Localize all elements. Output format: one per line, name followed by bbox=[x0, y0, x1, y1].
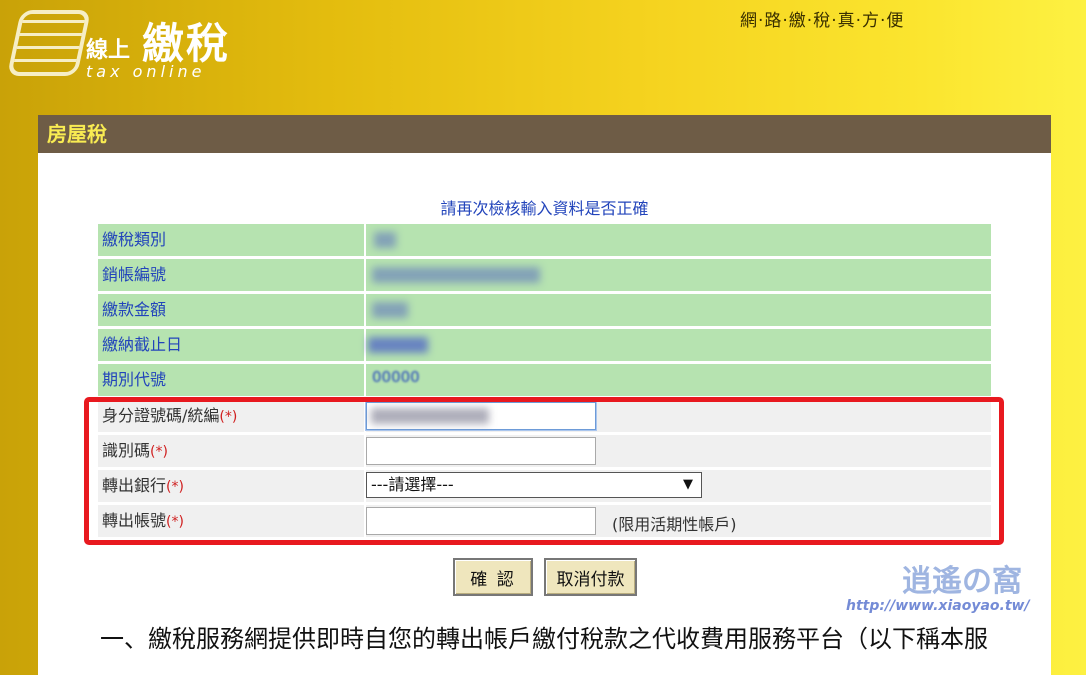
site-slogan: 網‧路‧繳‧稅‧真‧方‧便 bbox=[740, 11, 905, 31]
site-logo: 線上 繳稅 tax online bbox=[6, 6, 234, 86]
info-row-due-date: 繳納截止日 bbox=[98, 329, 991, 361]
confirm-button[interactable]: 確 認 bbox=[453, 558, 533, 596]
info-row-label: 繳稅類別 bbox=[98, 224, 364, 256]
period-code-value: 00000 bbox=[372, 368, 420, 386]
info-row-value-redacted bbox=[366, 294, 991, 326]
info-row-label: 繳款金額 bbox=[98, 294, 364, 326]
logo-text-small: 線上 bbox=[86, 38, 131, 63]
panel-title: 房屋稅 bbox=[38, 115, 1051, 153]
terms-text: 一、繳稅服務網提供即時自您的轉出帳戶繳付稅款之代收費用服務平台（以下稱本服 bbox=[100, 625, 988, 653]
cancel-payment-button[interactable]: 取消付款 bbox=[544, 558, 637, 596]
info-row-value-redacted bbox=[366, 329, 991, 361]
info-row-tax-type: 繳稅類別 bbox=[98, 224, 991, 256]
info-row-label: 銷帳編號 bbox=[98, 259, 364, 291]
info-row-amount: 繳款金額 bbox=[98, 294, 991, 326]
info-row-value-redacted bbox=[366, 259, 991, 291]
info-row-period-code: 期別代號 00000 bbox=[98, 364, 991, 396]
info-row-value: 00000 bbox=[366, 364, 991, 396]
watermark-logo: 逍遙の窩 bbox=[902, 564, 1022, 599]
highlight-box bbox=[84, 397, 1004, 545]
watermark: 逍遙の窩 http://www.xiaoyao.tw/ bbox=[846, 556, 1086, 622]
chip-card-icon bbox=[6, 10, 92, 76]
verify-notice: 請再次檢核輸入資料是否正確 bbox=[440, 199, 649, 218]
info-row-account-number: 銷帳編號 bbox=[98, 259, 991, 291]
logo-text-english: tax online bbox=[86, 62, 206, 81]
watermark-url: http://www.xiaoyao.tw/ bbox=[846, 598, 1030, 614]
info-row-value-redacted bbox=[366, 224, 991, 256]
info-row-label: 期別代號 bbox=[98, 364, 364, 396]
info-row-label: 繳納截止日 bbox=[98, 329, 364, 361]
